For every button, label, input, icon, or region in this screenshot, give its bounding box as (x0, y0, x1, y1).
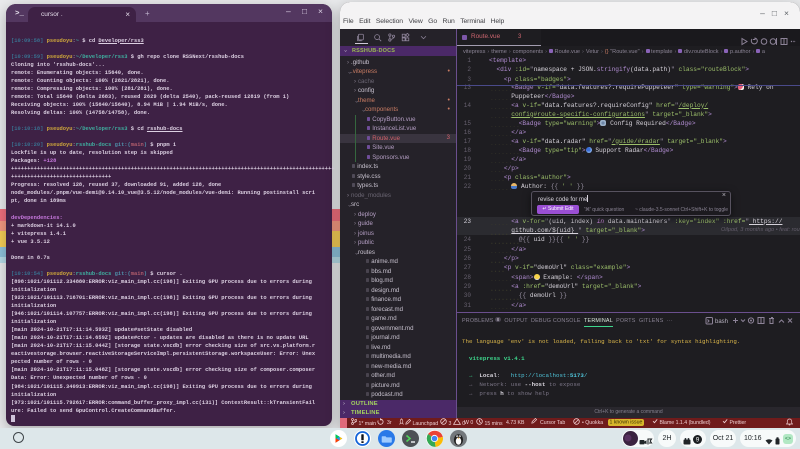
svg-text:bash: bash (715, 319, 728, 325)
